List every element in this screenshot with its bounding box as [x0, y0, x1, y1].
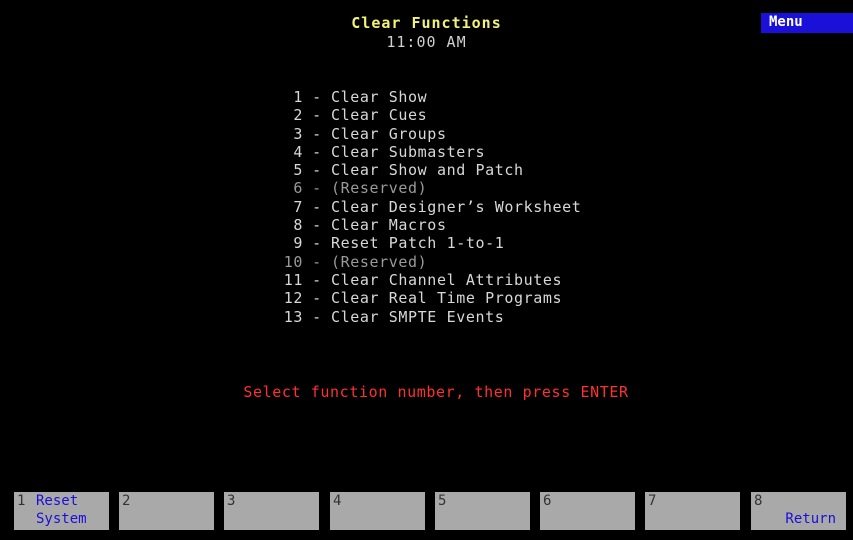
- function-number: 1: [293, 88, 303, 106]
- function-label: Clear SMPTE Events: [331, 307, 505, 326]
- function-label: Reset Patch 1-to-1: [331, 234, 505, 253]
- function-number: 5: [293, 161, 303, 180]
- function-label: (Reserved): [331, 252, 428, 271]
- function-number: 11: [283, 270, 303, 289]
- softkey-2[interactable]: 2: [119, 492, 214, 530]
- softkey-number: 5: [438, 493, 447, 509]
- function-label: Clear Channel Attributes: [331, 270, 563, 289]
- softkey-number: 2: [122, 493, 131, 509]
- function-separator: -: [312, 216, 322, 235]
- function-list: 1- Clear Show 2- Clear Cues 3- Clear Groups…: [270, 88, 581, 326]
- function-item-4[interactable]: 4- Clear Submasters: [270, 143, 581, 161]
- function-item-13[interactable]: 13- Clear SMPTE Events: [270, 308, 581, 326]
- function-item-12[interactable]: 12- Clear Real Time Programs: [270, 289, 581, 307]
- function-separator: -: [312, 252, 322, 271]
- function-number: 13: [283, 307, 303, 326]
- function-label: Clear Submasters: [331, 142, 486, 161]
- function-number: 3: [293, 124, 303, 143]
- softkey-label-line2: System: [36, 511, 87, 527]
- function-separator: -: [312, 197, 322, 216]
- function-item-8[interactable]: 8- Clear Macros: [270, 216, 581, 234]
- softkey-3[interactable]: 3: [224, 492, 319, 530]
- function-number: 12: [283, 289, 303, 308]
- softkey-number: 7: [648, 493, 657, 509]
- function-label: Clear Cues: [331, 106, 428, 125]
- function-number: 10: [283, 252, 303, 271]
- function-number: 4: [293, 142, 303, 161]
- function-label: Clear Groups: [331, 124, 447, 143]
- function-separator: -: [312, 161, 322, 180]
- function-number: 7: [293, 197, 303, 216]
- function-item-3[interactable]: 3- Clear Groups: [270, 125, 581, 143]
- function-item-9[interactable]: 9- Reset Patch 1-to-1: [270, 234, 581, 252]
- function-separator: -: [312, 289, 322, 308]
- softkey-number: 6: [543, 493, 552, 509]
- function-label: Clear Macros: [331, 216, 447, 235]
- function-number: 8: [293, 216, 303, 235]
- softkey-4[interactable]: 4: [330, 492, 425, 530]
- softkey-number: 1: [17, 493, 26, 509]
- function-separator: -: [312, 270, 322, 289]
- instruction-prompt: Select function number, then press ENTER: [243, 383, 629, 401]
- function-separator: -: [312, 106, 322, 125]
- softkey-number: 3: [227, 493, 236, 509]
- function-separator: -: [312, 124, 322, 143]
- function-item-7[interactable]: 7- Clear Designer’s Worksheet: [270, 198, 581, 216]
- function-label: (Reserved): [331, 179, 428, 198]
- function-separator: -: [312, 179, 322, 198]
- function-number: 2: [293, 106, 303, 125]
- function-label: Clear Designer’s Worksheet: [331, 197, 582, 216]
- clock-time: 11:00 AM: [386, 33, 467, 51]
- softkey-5[interactable]: 5: [435, 492, 530, 530]
- function-item-10: 10- (Reserved): [270, 253, 581, 271]
- function-item-5[interactable]: 5- Clear Show and Patch: [270, 161, 581, 179]
- function-item-2[interactable]: 2- Clear Cues: [270, 106, 581, 124]
- function-number: 6: [293, 179, 303, 198]
- softkey-number: 4: [333, 493, 342, 509]
- function-item-6: 6- (Reserved): [270, 179, 581, 197]
- softkey-1-reset-system[interactable]: 1 Reset System: [14, 492, 109, 530]
- function-label: Clear Real Time Programs: [331, 289, 563, 308]
- function-separator: -: [312, 307, 322, 326]
- softkey-6[interactable]: 6: [540, 492, 635, 530]
- softkey-bar: 1 Reset System 2 3 4 5 6 7 8 Return: [0, 492, 853, 530]
- function-separator: -: [312, 142, 322, 161]
- function-separator: -: [312, 234, 322, 253]
- softkey-label-line1: Reset: [36, 493, 79, 509]
- softkey-label-line2: Return: [785, 511, 836, 527]
- menu-button[interactable]: Menu: [761, 13, 853, 33]
- function-item-1[interactable]: 1- Clear Show: [270, 88, 581, 106]
- softkey-8-return[interactable]: 8 Return: [751, 492, 846, 530]
- page-title: Clear Functions: [351, 14, 502, 32]
- softkey-number: 8: [754, 493, 763, 509]
- function-number: 9: [293, 234, 303, 253]
- function-label: Clear Show: [331, 88, 428, 106]
- function-separator: -: [312, 88, 322, 106]
- function-label: Clear Show and Patch: [331, 161, 524, 180]
- function-item-11[interactable]: 11- Clear Channel Attributes: [270, 271, 581, 289]
- softkey-7[interactable]: 7: [645, 492, 740, 530]
